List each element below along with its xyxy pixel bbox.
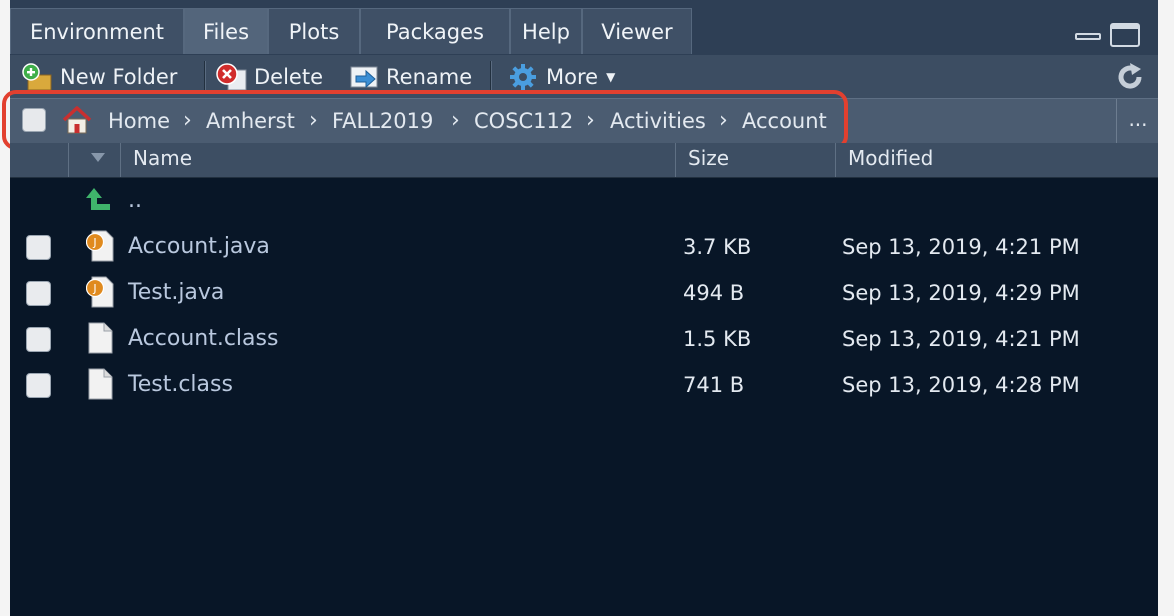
file-list-header: Name Size Modified: [10, 143, 1158, 178]
more-button[interactable]: More ▼: [508, 59, 615, 95]
size-column-header[interactable]: Size: [675, 143, 835, 177]
more-label: More: [546, 65, 599, 89]
file-icon: [86, 322, 113, 354]
tab-bar: Environment Files Plots Packages Help Vi…: [10, 0, 1158, 56]
home-icon[interactable]: [60, 105, 94, 135]
new-folder-label: New Folder: [60, 65, 178, 89]
tab-help[interactable]: Help: [510, 8, 582, 54]
file-modified: Sep 13, 2019, 4:21 PM: [842, 327, 1080, 351]
chevron-right-icon: ›: [719, 108, 728, 133]
table-row: Account.class 1.5 KB Sep 13, 2019, 4:21 …: [10, 316, 1158, 362]
java-file-icon: J: [85, 230, 114, 262]
files-toolbar: New Folder Delete Rename More ▼: [10, 55, 1158, 98]
icon-column-header: [68, 143, 120, 177]
chevron-down-icon: ▼: [606, 70, 616, 84]
toolbar-separator: [204, 61, 206, 93]
maximize-pane-icon[interactable]: [1110, 23, 1140, 47]
file-name-link[interactable]: Test.class: [128, 362, 233, 408]
tab-plots[interactable]: Plots: [268, 8, 360, 54]
tab-environment[interactable]: Environment: [10, 8, 184, 54]
row-checkbox[interactable]: [26, 327, 51, 352]
delete-icon: [216, 62, 247, 92]
file-icon: [86, 368, 113, 400]
go-to-directory-button[interactable]: ...: [1116, 99, 1159, 143]
file-size: 494 B: [683, 281, 745, 305]
java-file-icon: J: [85, 276, 114, 308]
file-modified: Sep 13, 2019, 4:21 PM: [842, 235, 1080, 259]
svg-text:J: J: [92, 236, 96, 249]
delete-button[interactable]: Delete: [216, 59, 323, 95]
table-row: J Account.java 3.7 KB Sep 13, 2019, 4:21…: [10, 224, 1158, 270]
table-row: Test.class 741 B Sep 13, 2019, 4:28 PM: [10, 362, 1158, 408]
file-modified: Sep 13, 2019, 4:29 PM: [842, 281, 1080, 305]
breadcrumb-amherst[interactable]: Amherst: [206, 99, 295, 143]
delete-label: Delete: [254, 65, 323, 89]
file-size: 3.7 KB: [683, 235, 752, 259]
row-checkbox[interactable]: [26, 235, 51, 260]
breadcrumb: Home › Amherst › FALL2019 › COSC112 › Ac…: [10, 98, 1158, 143]
refresh-icon[interactable]: [1114, 61, 1146, 93]
new-folder-icon: [22, 62, 52, 92]
file-name-link[interactable]: Account.class: [128, 316, 278, 362]
toolbar-separator: [490, 61, 492, 93]
chevron-right-icon: ›: [183, 108, 192, 133]
breadcrumb-activities[interactable]: Activities: [610, 99, 706, 143]
parent-directory-row[interactable]: ..: [10, 178, 1158, 224]
tab-viewer[interactable]: Viewer: [582, 8, 692, 54]
breadcrumb-fall2019[interactable]: FALL2019: [332, 99, 433, 143]
table-row: J Test.java 494 B Sep 13, 2019, 4:29 PM: [10, 270, 1158, 316]
rename-icon: [348, 62, 378, 92]
select-all-checkbox[interactable]: [22, 108, 46, 132]
svg-text:J: J: [92, 282, 96, 295]
parent-directory-link[interactable]: ..: [128, 178, 142, 224]
row-checkbox[interactable]: [26, 281, 51, 306]
rename-button[interactable]: Rename: [348, 59, 472, 95]
file-modified: Sep 13, 2019, 4:28 PM: [842, 373, 1080, 397]
breadcrumb-cosc112[interactable]: COSC112: [474, 99, 573, 143]
up-arrow-icon: [84, 184, 114, 214]
new-folder-button[interactable]: New Folder: [22, 59, 177, 95]
minimize-pane-icon[interactable]: [1075, 23, 1103, 43]
name-column-header[interactable]: Name: [120, 143, 675, 177]
file-size: 741 B: [683, 373, 745, 397]
chevron-right-icon: ›: [451, 108, 460, 133]
file-size: 1.5 KB: [683, 327, 752, 351]
chevron-right-icon: ›: [309, 108, 318, 133]
tab-files[interactable]: Files: [184, 8, 268, 54]
row-checkbox[interactable]: [26, 373, 51, 398]
gear-icon: [508, 62, 538, 92]
sort-arrow-icon: [91, 153, 105, 162]
breadcrumb-home[interactable]: Home: [108, 99, 170, 143]
rename-label: Rename: [386, 65, 473, 89]
breadcrumb-account[interactable]: Account: [742, 99, 827, 143]
file-name-link[interactable]: Test.java: [128, 270, 224, 316]
tab-packages[interactable]: Packages: [360, 8, 510, 54]
files-pane: Environment Files Plots Packages Help Vi…: [2, 0, 1158, 616]
checkbox-column-header: [10, 143, 68, 177]
file-name-link[interactable]: Account.java: [128, 224, 270, 270]
chevron-right-icon: ›: [586, 108, 595, 133]
modified-column-header[interactable]: Modified: [835, 143, 1158, 177]
